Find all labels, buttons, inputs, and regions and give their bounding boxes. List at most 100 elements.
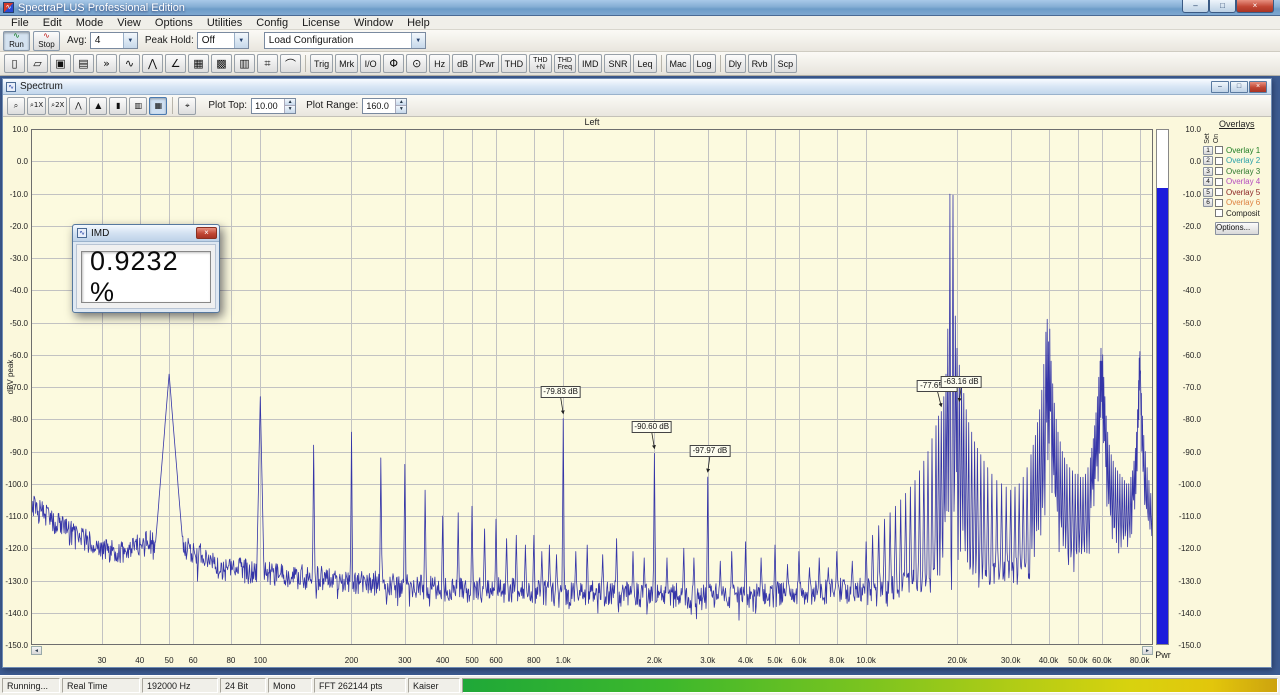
imd-button[interactable]: IMD — [577, 54, 603, 73]
delay-button[interactable]: Dly — [724, 54, 746, 73]
load-configuration-select[interactable]: Load Configuration ▼ — [263, 32, 426, 49]
menu-config[interactable]: Config — [249, 17, 295, 29]
menu-options[interactable]: Options — [148, 17, 200, 29]
y-axis-tick-label-right: -130.0 — [1178, 576, 1201, 586]
overlay-3-checkbox[interactable] — [1215, 167, 1223, 176]
spectrogram-view-button[interactable]: ▩ — [211, 54, 232, 73]
time-series-button[interactable]: ∿ — [119, 54, 140, 73]
waterfall-view-button[interactable]: ▥ — [234, 54, 255, 73]
plot-marker-label[interactable]: -90.60 dB — [631, 421, 673, 434]
overlay-1-set-button[interactable]: 1 — [1203, 145, 1213, 155]
y-axis-tick-label: -30.0 — [9, 254, 28, 263]
macro-button[interactable]: Mac — [665, 54, 691, 73]
spinner-arrows-icon[interactable]: ▲ ▼ — [284, 98, 296, 113]
snr-button[interactable]: SNR — [604, 54, 632, 73]
overlay-1-checkbox[interactable] — [1215, 146, 1223, 155]
surface-view-button[interactable]: ▦ — [188, 54, 209, 73]
generator-button[interactable]: » — [96, 54, 117, 73]
bar-plot-button[interactable]: ▮ — [109, 96, 128, 115]
overlay-5-set-button[interactable]: 5 — [1203, 187, 1213, 197]
spectrum-maximize-button[interactable]: □ — [1230, 81, 1248, 93]
spectrum-minimize-button[interactable]: – — [1211, 81, 1229, 93]
scope-button[interactable]: Scp — [773, 54, 798, 73]
phase-view-button[interactable]: ∠ — [165, 54, 186, 73]
close-button[interactable]: × — [1236, 0, 1274, 13]
stop-button[interactable]: ∿ Stop — [33, 30, 60, 51]
overlay-7-checkbox[interactable] — [1215, 209, 1223, 218]
menu-mode[interactable]: Mode — [69, 17, 111, 29]
io-button[interactable]: I/O — [360, 54, 382, 73]
imd-close-button[interactable]: × — [196, 227, 217, 239]
db-button[interactable]: dB — [452, 54, 474, 73]
thd-button[interactable]: THD — [500, 54, 528, 73]
spinner-arrows-icon[interactable]: ▲ ▼ — [395, 98, 407, 113]
scroll-left-button[interactable]: ◄ — [31, 646, 42, 655]
overlay-4-checkbox[interactable] — [1215, 177, 1223, 186]
menu-help[interactable]: Help — [400, 17, 437, 29]
new-button[interactable]: ▯ — [4, 54, 25, 73]
x-axis-tick-label: 400 — [435, 656, 450, 665]
spectrum-plot[interactable]: -79.83 dB -90.60 dB -97.97 dB -77.65 dB -63.… — [31, 129, 1153, 645]
imd-window[interactable]: ∿ IMD × 0.9232 % — [72, 224, 220, 313]
overlay-5-checkbox[interactable] — [1215, 188, 1223, 197]
thdn-button[interactable]: THD +N — [529, 54, 552, 73]
avg-select[interactable]: 4 ▼ — [89, 32, 138, 49]
thd-freq-button[interactable]: THD Freq — [553, 54, 576, 73]
menu-license[interactable]: License — [295, 17, 347, 29]
save-button[interactable]: ▣ — [50, 54, 71, 73]
marker-button[interactable]: Mrk — [335, 54, 359, 73]
plot-top-spinner[interactable]: 10.00 ▲ ▼ — [251, 97, 297, 114]
zoom-in-button[interactable]: ⌕ — [7, 96, 25, 115]
plot-marker-label[interactable]: -63.16 dB — [940, 375, 982, 388]
x-axis-tick-label: 800 — [527, 656, 541, 665]
lissajous-button[interactable]: ⊙ — [406, 54, 428, 73]
peak-hold-select[interactable]: Off ▼ — [196, 32, 249, 49]
grid-toggle-button[interactable]: ▦ — [149, 96, 168, 115]
unzoom-2x-button[interactable]: ⌕2X — [48, 96, 68, 115]
overlay-3-set-button[interactable]: 3 — [1203, 166, 1213, 176]
overlay-2-checkbox[interactable] — [1215, 156, 1223, 165]
menu-utilities[interactable]: Utilities — [200, 17, 249, 29]
channel-label: Left — [584, 117, 600, 127]
octave-plot-button[interactable]: ▥ — [129, 96, 148, 115]
grid-view-button[interactable]: ⌗ — [257, 54, 278, 73]
menu-window[interactable]: Window — [347, 17, 400, 29]
overlay-4-set-button[interactable]: 4 — [1203, 177, 1213, 187]
chevron-down-icon: ▼ — [233, 33, 248, 48]
menu-edit[interactable]: Edit — [36, 17, 69, 29]
open-button[interactable]: ▱ — [27, 54, 48, 73]
log-button[interactable]: Log — [692, 54, 716, 73]
plot-range-spinner[interactable]: 160.0 ▲ ▼ — [362, 97, 408, 114]
scroll-right-button[interactable]: ► — [1142, 646, 1153, 655]
unzoom-1x-button[interactable]: ⌕1X — [27, 96, 47, 115]
hz-button[interactable]: Hz — [429, 54, 451, 73]
y-axis-tick-label-right: -10.0 — [1182, 189, 1201, 199]
minimize-button[interactable]: – — [1182, 0, 1209, 13]
level-marker-button[interactable]: ⌖ — [178, 96, 197, 115]
pwr-button[interactable]: Pwr — [475, 54, 499, 73]
plot-top-label: Plot Top: — [208, 100, 248, 111]
maximize-button[interactable]: □ — [1209, 0, 1236, 13]
leq-button[interactable]: Leq — [633, 54, 657, 73]
line-plot-button[interactable]: ⋀ — [69, 96, 88, 115]
filled-plot-button[interactable]: ▲ — [89, 96, 108, 115]
overlay-6-checkbox[interactable] — [1215, 198, 1223, 207]
print-button[interactable]: ▤ — [73, 54, 94, 73]
overlay-2-set-button[interactable]: 2 — [1203, 156, 1213, 166]
spectrum-view-button[interactable]: ⋀ — [142, 54, 163, 73]
plot-marker-label[interactable]: -97.97 dB — [689, 444, 731, 457]
smoothing-button[interactable]: ⌒ — [280, 54, 301, 73]
overlay-6-set-button[interactable]: 6 — [1203, 198, 1213, 208]
overlays-options-button[interactable]: Options... — [1215, 222, 1259, 235]
trigger-button[interactable]: Trig — [310, 54, 334, 73]
overlays-panel: Overlays Set On 1 Overlay 1 2 Overlay 2 3 Ove… — [1203, 119, 1271, 667]
plot-marker-label[interactable]: -79.83 dB — [540, 385, 581, 398]
run-button[interactable]: ∿ Run — [3, 30, 30, 51]
spectrum-close-button[interactable]: × — [1249, 81, 1267, 93]
menu-view[interactable]: View — [110, 17, 148, 29]
status-window-function: Kaiser — [408, 678, 460, 693]
reverb-button[interactable]: Rvb — [747, 54, 772, 73]
load-configuration-value: Load Configuration — [268, 35, 354, 46]
phase-button[interactable]: Φ — [383, 54, 405, 73]
menu-file[interactable]: File — [4, 17, 36, 29]
